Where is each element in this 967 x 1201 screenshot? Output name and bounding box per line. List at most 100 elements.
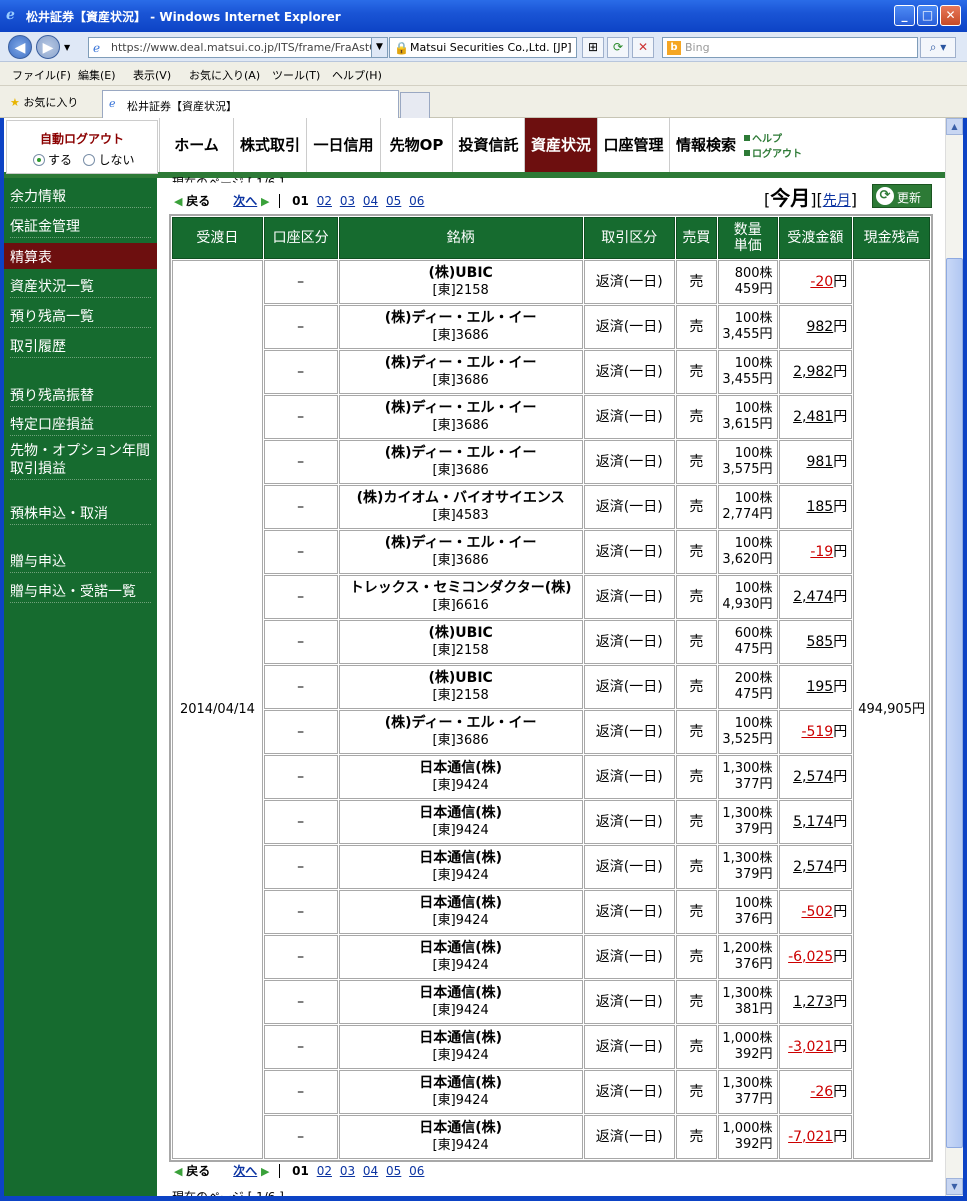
sidebar-item-trade-history[interactable]: 取引履歴: [10, 332, 151, 358]
page-03[interactable]: 03: [340, 1164, 355, 1178]
settlement-amount-link[interactable]: 185: [806, 499, 833, 515]
vertical-scrollbar[interactable]: ▲ ▼: [945, 118, 963, 1196]
yen-unit: 円: [833, 678, 848, 695]
sidebar-item-balance-list[interactable]: 預り残高一覧: [10, 302, 151, 328]
settlement-table: 受渡日 口座区分 銘柄 取引区分 売買 数量 単価 受渡金額 現金残高 2014/…: [171, 216, 931, 1160]
logout-link[interactable]: ログアウト: [744, 147, 802, 162]
sidebar-item-balance-transfer[interactable]: 預り残高振替: [10, 381, 151, 407]
scroll-up-icon[interactable]: ▲: [946, 118, 963, 135]
nav-info-search[interactable]: 情報検索: [669, 118, 742, 172]
settlement-amount-link[interactable]: -20: [810, 274, 833, 290]
trade-type-cell: 返済(一日): [583, 980, 675, 1024]
settlement-amount-link[interactable]: -7,021: [788, 1129, 833, 1145]
settlement-amount-link[interactable]: 5,174: [793, 814, 833, 830]
menu-view[interactable]: 表示(V): [133, 67, 171, 83]
settlement-amount-link[interactable]: -6,025: [788, 949, 833, 965]
page-04[interactable]: 04: [363, 1164, 378, 1178]
settlement-amount-cell: 585円: [778, 620, 853, 664]
sidebar-item-deposit-management[interactable]: 保証金管理: [10, 212, 151, 238]
settlement-amount-link[interactable]: 2,574: [793, 769, 833, 785]
qty-value: 100株: [734, 491, 773, 506]
nav-home[interactable]: ホーム: [159, 118, 233, 172]
page-06[interactable]: 06: [409, 1164, 424, 1178]
menu-tools[interactable]: ツール(T): [272, 67, 320, 83]
back-button[interactable]: ◀: [8, 35, 32, 59]
settlement-amount-link[interactable]: -502: [801, 904, 833, 920]
page-05[interactable]: 05: [386, 194, 401, 208]
favorites-button[interactable]: ★ お気に入り: [10, 94, 78, 110]
auto-logout-on-option[interactable]: する: [33, 153, 72, 167]
search-input[interactable]: b Bing: [662, 37, 918, 58]
nav-mutual-funds[interactable]: 投資信託: [452, 118, 524, 172]
sidebar-item-asset-list[interactable]: 資産状況一覧: [10, 272, 151, 298]
menu-file[interactable]: ファイル(F): [12, 67, 71, 83]
issue-name: 日本通信(株): [419, 895, 503, 911]
radio-on-icon[interactable]: [33, 154, 45, 166]
scroll-down-icon[interactable]: ▼: [946, 1178, 963, 1195]
nav-futures-options[interactable]: 先物OP: [380, 118, 452, 172]
page-06[interactable]: 06: [409, 194, 424, 208]
settlement-amount-link[interactable]: 1,273: [793, 994, 833, 1010]
security-report[interactable]: 🔒 Matsui Securities Co.,Ltd. [JP]: [389, 37, 577, 58]
minimize-button[interactable]: _: [894, 5, 915, 26]
address-input[interactable]: ℯ https://www.deal.matsui.co.jp/ITS/fram…: [88, 37, 388, 58]
price-value: 376円: [734, 912, 773, 927]
help-link[interactable]: ヘルプ: [744, 132, 802, 147]
sidebar-item-gift-application[interactable]: 贈与申込: [10, 547, 151, 573]
pager-next-bottom[interactable]: 次へ ▶: [233, 1164, 269, 1178]
pager-back-bottom[interactable]: ◀ 戻る: [174, 1164, 210, 1178]
page-04[interactable]: 04: [363, 194, 378, 208]
sidebar-item-stock-deposit[interactable]: 預株申込・取消: [10, 499, 151, 525]
nav-stock-trading[interactable]: 株式取引: [233, 118, 306, 172]
settlement-amount-link[interactable]: 2,574: [793, 859, 833, 875]
sidebar-item-gift-list[interactable]: 贈与申込・受諾一覧: [10, 577, 151, 603]
sidebar-item-futures-annual-pl[interactable]: 先物・オプション年間取引損益: [10, 440, 151, 480]
new-tab-button[interactable]: [400, 92, 430, 118]
settlement-amount-link[interactable]: -3,021: [788, 1039, 833, 1055]
compatibility-button[interactable]: ⊞: [582, 37, 604, 58]
browser-tab[interactable]: ℯ 松井証券【資産状況】: [102, 90, 399, 118]
sidebar-item-margin-info[interactable]: 余力情報: [10, 182, 151, 208]
settlement-amount-link[interactable]: -19: [810, 544, 833, 560]
sidebar-item-specific-account-pl[interactable]: 特定口座損益: [10, 410, 151, 436]
page-05[interactable]: 05: [386, 1164, 401, 1178]
settlement-amount-link[interactable]: 2,481: [793, 409, 833, 425]
radio-off-icon[interactable]: [83, 154, 96, 166]
nav-asset-status[interactable]: 資産状況: [524, 118, 597, 172]
qty-price-cell: 100株 3,620円: [718, 530, 778, 574]
settlement-amount-link[interactable]: -26: [810, 1084, 833, 1100]
stop-icon[interactable]: ✕: [632, 37, 654, 58]
settlement-amount-link[interactable]: -519: [801, 724, 833, 740]
settlement-amount-link[interactable]: 981: [806, 454, 833, 470]
pager-next[interactable]: 次へ ▶: [233, 194, 269, 208]
page-03[interactable]: 03: [340, 194, 355, 208]
pager-back[interactable]: ◀ 戻る: [174, 194, 210, 208]
settlement-amount-link[interactable]: 585: [806, 634, 833, 650]
forward-button[interactable]: ▶: [36, 35, 60, 59]
refresh-button[interactable]: ⟳ 更新: [872, 184, 932, 208]
settlement-amount-link[interactable]: 2,474: [793, 589, 833, 605]
settlement-amount-link[interactable]: 982: [806, 319, 833, 335]
settlement-amount-link[interactable]: 195: [806, 679, 833, 695]
menu-favorites[interactable]: お気に入り(A): [189, 67, 260, 83]
last-month-link[interactable]: 先月: [823, 193, 851, 209]
address-dropdown-icon[interactable]: ▼: [371, 38, 387, 57]
nav-day-margin[interactable]: 一日信用: [306, 118, 380, 172]
settlement-amount-link[interactable]: 2,982: [793, 364, 833, 380]
search-button[interactable]: ⌕ ▾: [920, 37, 956, 58]
page-02[interactable]: 02: [317, 194, 332, 208]
price-value: 377円: [734, 777, 773, 792]
scroll-thumb[interactable]: [946, 258, 963, 1148]
page-02[interactable]: 02: [317, 1164, 332, 1178]
qty-value: 100株: [734, 581, 773, 596]
refresh-icon[interactable]: ⟳: [607, 37, 629, 58]
sidebar-item-settlement[interactable]: 精算表: [4, 243, 157, 269]
nav-account-management[interactable]: 口座管理: [597, 118, 669, 172]
menu-edit[interactable]: 編集(E): [78, 67, 116, 83]
price-value: 2,774円: [722, 507, 773, 522]
auto-logout-off-option[interactable]: しない: [83, 153, 134, 167]
history-dropdown-icon[interactable]: ▼: [64, 43, 70, 52]
maximize-button[interactable]: □: [917, 5, 938, 26]
menu-help[interactable]: ヘルプ(H): [332, 67, 382, 83]
close-button[interactable]: ✕: [940, 5, 961, 26]
